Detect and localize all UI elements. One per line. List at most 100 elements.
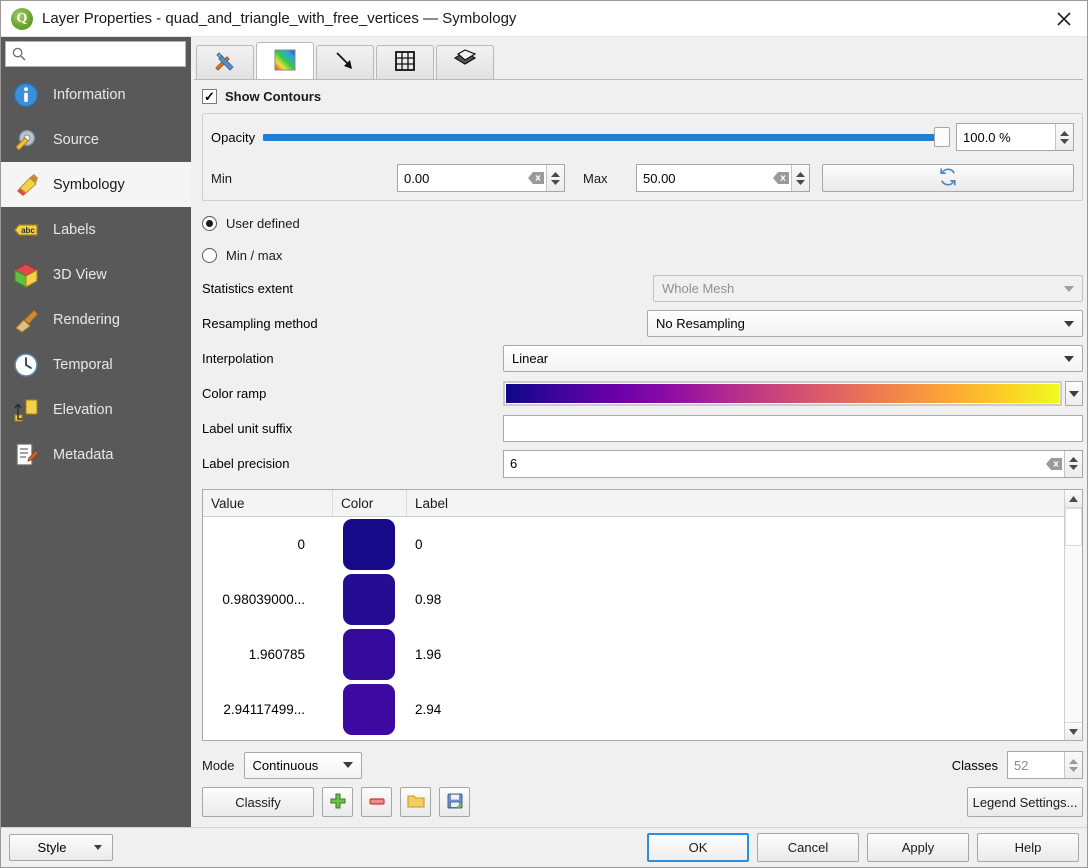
chevron-down-icon	[343, 762, 353, 768]
sidebar-item-information[interactable]: Information	[1, 72, 191, 117]
label-unit-suffix-input[interactable]	[504, 416, 1082, 441]
column-header-label[interactable]: Label	[407, 490, 1064, 516]
opacity-spinbox[interactable]	[956, 123, 1074, 151]
color-swatch[interactable]	[343, 684, 395, 735]
qgis-logo-icon	[11, 8, 33, 30]
table-row[interactable]: 00	[203, 517, 1064, 572]
column-header-color[interactable]: Color	[333, 490, 407, 516]
label-precision-spinbox[interactable]	[503, 450, 1083, 478]
sidebar-item-rendering[interactable]: Rendering	[1, 297, 191, 342]
column-header-value[interactable]: Value	[203, 490, 333, 516]
max-spin-arrows[interactable]	[791, 165, 809, 191]
table-row[interactable]: 2.94117499... 2.94	[203, 682, 1064, 737]
cell-value[interactable]: 0	[203, 537, 333, 552]
save-icon	[446, 792, 464, 813]
min-input[interactable]	[398, 165, 526, 191]
cancel-button[interactable]: Cancel	[757, 833, 859, 862]
cell-label[interactable]: 1.96	[407, 647, 1064, 662]
min-spin-arrows[interactable]	[546, 165, 564, 191]
sidebar-item-symbology[interactable]: Symbology	[1, 162, 191, 207]
color-ramp-preview[interactable]	[503, 381, 1062, 406]
scrollbar-thumb[interactable]	[1065, 508, 1082, 546]
label-precision-spin-arrows[interactable]	[1064, 451, 1082, 477]
tab-contours[interactable]	[256, 42, 314, 79]
sidebar-item-metadata[interactable]: Metadata	[1, 432, 191, 477]
sidebar-item-3d-view[interactable]: 3D View	[1, 252, 191, 297]
opacity-slider[interactable]	[263, 126, 950, 148]
user-defined-radio[interactable]	[202, 216, 217, 231]
cell-label[interactable]: 0	[407, 537, 1064, 552]
add-class-button[interactable]	[322, 787, 353, 817]
opacity-spin-arrows[interactable]	[1055, 124, 1073, 150]
max-input[interactable]	[637, 165, 771, 191]
max-spinbox[interactable]	[636, 164, 810, 192]
sidebar-item-label: Information	[53, 87, 126, 103]
recalculate-button[interactable]	[822, 164, 1074, 192]
resampling-method-combo[interactable]: No Resampling	[647, 310, 1083, 337]
cell-value[interactable]: 0.98039000...	[203, 592, 333, 607]
cell-value[interactable]: 2.94117499...	[203, 702, 333, 717]
tab-vectors[interactable]	[316, 45, 374, 79]
color-swatch[interactable]	[343, 629, 395, 680]
sidebar-item-temporal[interactable]: Temporal	[1, 342, 191, 387]
opacity-slider-handle[interactable]	[934, 127, 950, 147]
color-classes-table: Value Color Label 000.98039000...0.981.9…	[202, 489, 1083, 741]
3d-view-icon	[10, 259, 42, 291]
clear-icon[interactable]	[771, 172, 791, 184]
opacity-input[interactable]	[957, 124, 1055, 150]
mode-combo[interactable]: Continuous	[244, 752, 362, 779]
sidebar-item-elevation[interactable]: Elevation	[1, 387, 191, 432]
label-precision-input[interactable]	[504, 451, 1044, 477]
scroll-up-icon[interactable]	[1065, 490, 1082, 508]
remove-class-button[interactable]	[361, 787, 392, 817]
table-vertical-scrollbar[interactable]	[1064, 490, 1082, 740]
tab-stacked-mesh-averaging[interactable]	[436, 45, 494, 79]
close-icon[interactable]	[1041, 1, 1087, 37]
legend-settings-button[interactable]: Legend Settings...	[967, 787, 1083, 817]
scroll-down-icon[interactable]	[1065, 722, 1082, 740]
cell-label[interactable]: 2.94	[407, 702, 1064, 717]
clear-icon[interactable]	[526, 172, 546, 184]
min-max-radio[interactable]	[202, 248, 217, 263]
sidebar-item-source[interactable]: Source	[1, 117, 191, 162]
show-contours-checkbox[interactable]	[202, 89, 217, 104]
color-swatch[interactable]	[343, 519, 395, 570]
classify-button[interactable]: Classify	[202, 787, 314, 817]
classes-spin-arrows[interactable]	[1064, 752, 1082, 778]
table-row[interactable]: 0.98039000... 0.98	[203, 572, 1064, 627]
cell-label[interactable]: 0.98	[407, 592, 1064, 607]
load-color-map-button[interactable]	[400, 787, 431, 817]
statistics-extent-combo[interactable]: Whole Mesh	[653, 275, 1083, 302]
min-spinbox[interactable]	[397, 164, 565, 192]
ok-button[interactable]: OK	[647, 833, 749, 862]
scrollbar-track[interactable]	[1065, 508, 1082, 722]
search-wrapper	[1, 37, 191, 72]
table-row[interactable]: 1.960785 1.96	[203, 627, 1064, 682]
svg-text:abc: abc	[21, 226, 35, 235]
clear-icon[interactable]	[1044, 458, 1064, 470]
sidebar-item-labels[interactable]: abc Labels	[1, 207, 191, 252]
interpolation-combo[interactable]: Linear	[503, 345, 1083, 372]
cell-color	[333, 629, 407, 680]
label-precision-row: Label precision	[202, 446, 1083, 481]
statistics-extent-value: Whole Mesh	[662, 281, 1056, 296]
search-input[interactable]	[31, 47, 207, 62]
table-body-wrapper: Value Color Label 000.98039000...0.981.9…	[203, 490, 1064, 740]
sidebar-item-label: Metadata	[53, 447, 113, 463]
tab-mesh-grid[interactable]	[376, 45, 434, 79]
help-button[interactable]: Help	[977, 833, 1079, 862]
cell-value[interactable]: 1.960785	[203, 647, 333, 662]
interpolation-row: Interpolation Linear	[202, 341, 1083, 376]
style-button-label: Style	[10, 840, 94, 855]
label-unit-suffix-field[interactable]	[503, 415, 1083, 442]
tab-general-symbology[interactable]	[196, 45, 254, 79]
color-ramp-dropdown-button[interactable]	[1065, 381, 1083, 406]
search-box[interactable]	[5, 41, 186, 67]
color-swatch[interactable]	[343, 574, 395, 625]
apply-button[interactable]: Apply	[867, 833, 969, 862]
classes-spinbox[interactable]	[1007, 751, 1083, 779]
style-button[interactable]: Style	[9, 834, 113, 861]
save-color-map-button[interactable]	[439, 787, 470, 817]
title-bar: Layer Properties - quad_and_triangle_wit…	[1, 1, 1087, 37]
classes-input[interactable]	[1008, 752, 1064, 778]
